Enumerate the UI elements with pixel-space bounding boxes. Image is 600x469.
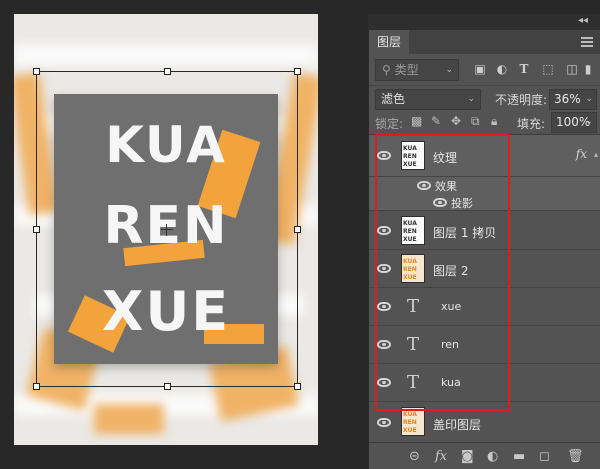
transform-handle-top[interactable] — [164, 68, 171, 75]
panel-collapse-bar[interactable]: ◂◂ — [368, 14, 600, 30]
visibility-eye-icon[interactable] — [377, 340, 391, 349]
trash-icon[interactable]: 🗑︎ — [567, 449, 584, 464]
layers-panel: 图层 ⚲ 类型 ⌄ ▣ ◐ T ⬚ ◫ ▮ 滤色 ⌄ 不透明度: 36% ⌄ 锁… — [368, 30, 600, 469]
transform-handle-bottom-right[interactable] — [294, 383, 301, 390]
lock-paint-icon[interactable]: ✎ — [431, 114, 441, 128]
shape-filter-icon[interactable]: ⬚ — [541, 62, 555, 76]
adjustment-filter-icon[interactable]: ◐ — [495, 62, 509, 76]
layer-thumbnail: KUA REN XUE — [401, 216, 425, 245]
layer-row-layer1-copy[interactable]: KUA REN XUE 图层 1 拷贝 — [369, 212, 600, 250]
lock-label: 锁定: — [375, 117, 404, 131]
visibility-eye-icon[interactable] — [377, 418, 391, 427]
layer-name[interactable]: 图层 1 拷贝 — [433, 224, 496, 241]
visibility-eye-icon[interactable] — [377, 151, 391, 160]
visibility-eye-icon[interactable] — [377, 302, 391, 311]
panel-footer: ⊝ fx ◙ ◐ ▬ ◻ 🗑︎ — [369, 442, 600, 469]
layer-name[interactable]: 图层 2 — [433, 262, 468, 279]
filter-toggle-icon[interactable]: ▮ — [583, 62, 593, 76]
layer-name[interactable]: kua — [441, 376, 461, 389]
blend-mode-value: 滤色 — [381, 92, 406, 106]
chevron-down-icon: ⌄ — [585, 117, 593, 127]
layer-thumbnail: KUA REN XUE — [401, 254, 425, 283]
lock-all-icon[interactable]: 🔒︎ — [491, 114, 497, 129]
search-icon: ⚲ — [382, 63, 395, 77]
visibility-eye-icon[interactable] — [377, 378, 391, 387]
drop-shadow-effect-row[interactable]: 投影 — [369, 194, 600, 211]
layer-thumbnail: KUA REN XUE — [401, 407, 425, 436]
fill-input[interactable]: 100% ⌄ — [551, 112, 597, 133]
transform-handle-right[interactable] — [294, 226, 301, 233]
chevron-down-icon: ⌄ — [445, 65, 453, 75]
layers-list: KUA REN XUE 纹理 fx ▴ 效果 投影 KUA REN XUE 图层… — [369, 134, 600, 442]
layer-row-texture[interactable]: KUA REN XUE 纹理 fx ▴ — [369, 135, 600, 177]
layer-name[interactable]: 纹理 — [433, 149, 457, 166]
text-layer-icon: T — [407, 372, 420, 393]
blend-row: 滤色 ⌄ 不透明度: 36% ⌄ — [369, 86, 600, 112]
opacity-input[interactable]: 36% ⌄ — [549, 89, 597, 110]
panel-tabbar: 图层 — [369, 30, 600, 54]
fx-icon[interactable]: fx — [435, 449, 447, 464]
visibility-eye-icon[interactable] — [377, 226, 391, 235]
chevron-down-icon: ⌄ — [585, 94, 593, 104]
expand-effects-icon[interactable]: ▴ — [594, 150, 598, 159]
layer-row-xue[interactable]: T xue — [369, 288, 600, 326]
layer-name[interactable]: 盖印图层 — [433, 416, 481, 433]
image-filter-icon[interactable]: ▣ — [473, 62, 487, 76]
chevron-down-icon: ⌄ — [467, 94, 475, 104]
link-icon[interactable]: ⊝ — [409, 449, 420, 464]
blend-mode-select[interactable]: 滤色 ⌄ — [375, 89, 481, 110]
visibility-eye-icon[interactable] — [433, 198, 447, 207]
layer-name[interactable]: ren — [441, 338, 459, 351]
transform-handle-left[interactable] — [33, 226, 40, 233]
fill-label: 填充: — [517, 117, 546, 131]
transform-handle-top-right[interactable] — [294, 68, 301, 75]
opacity-value: 36% — [554, 92, 581, 106]
transform-handle-bottom-left[interactable] — [33, 383, 40, 390]
visibility-eye-icon[interactable] — [377, 264, 391, 273]
mask-icon[interactable]: ◙ — [461, 449, 474, 464]
layer-row-ren[interactable]: T ren — [369, 326, 600, 364]
transform-handle-bottom[interactable] — [164, 383, 171, 390]
kind-filter-select[interactable]: ⚲ 类型 ⌄ — [375, 59, 459, 81]
layer-row-layer2[interactable]: KUA REN XUE 图层 2 — [369, 250, 600, 288]
fx-icon[interactable]: fx — [576, 147, 587, 161]
layer-row-kua[interactable]: T kua — [369, 364, 600, 402]
layer-thumbnail: KUA REN XUE — [401, 141, 425, 170]
opacity-label: 不透明度: — [495, 93, 548, 107]
type-filter-icon[interactable]: T — [517, 62, 531, 76]
adjustment-icon[interactable]: ◐ — [487, 449, 498, 464]
transform-center-crosshair-icon[interactable] — [161, 224, 173, 236]
tab-layers[interactable]: 图层 — [369, 30, 409, 54]
folder-icon[interactable]: ▬ — [513, 449, 525, 464]
panel-menu-icon[interactable] — [581, 37, 593, 47]
visibility-eye-icon[interactable] — [417, 181, 431, 190]
transform-handle-top-left[interactable] — [33, 68, 40, 75]
lock-move-icon[interactable]: ✥ — [451, 114, 461, 128]
text-layer-icon: T — [407, 296, 420, 317]
filter-row: ⚲ 类型 ⌄ ▣ ◐ T ⬚ ◫ ▮ — [369, 54, 600, 86]
new-layer-icon[interactable]: ◻ — [539, 449, 550, 464]
kind-filter-value: 类型 — [394, 63, 419, 77]
layer-name[interactable]: xue — [441, 300, 461, 313]
lock-transparent-icon[interactable]: ▩ — [411, 114, 422, 128]
layer-row-stamp[interactable]: KUA REN XUE 盖印图层 — [369, 402, 600, 442]
lock-row: 锁定: ▩ ✎ ✥ ⧉ 🔒︎ 填充: 100% ⌄ — [369, 112, 600, 134]
collapse-icon[interactable]: ◂◂ — [578, 15, 588, 26]
smart-object-filter-icon[interactable]: ◫ — [565, 62, 579, 76]
effects-label: 效果 — [435, 180, 457, 193]
effects-group-row[interactable]: 效果 — [369, 177, 600, 194]
drop-shadow-label: 投影 — [451, 197, 473, 210]
lock-artboard-icon[interactable]: ⧉ — [471, 114, 480, 129]
text-layer-icon: T — [407, 334, 420, 355]
